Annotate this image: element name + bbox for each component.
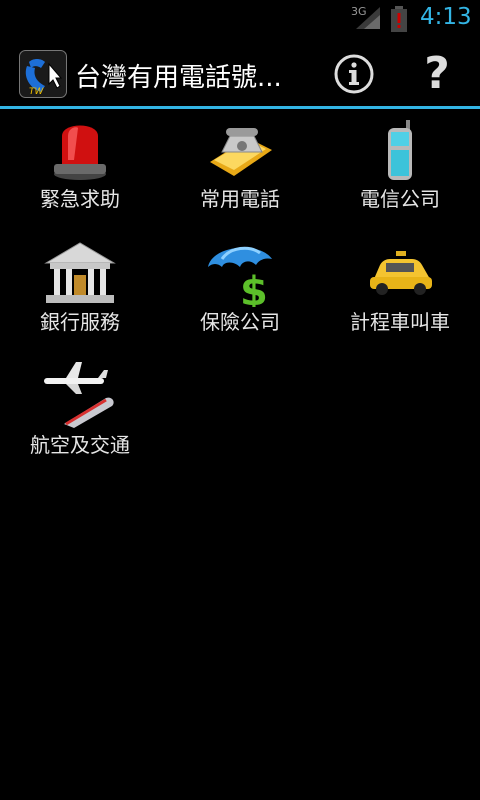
siren-icon xyxy=(54,125,106,180)
signal-icon xyxy=(356,7,380,29)
help-button[interactable]: ? xyxy=(413,50,461,98)
menu-item-label: 計程車叫車 xyxy=(350,310,450,334)
umbrella-money-icon: $ xyxy=(208,246,272,307)
menu-item-label: 緊急求助 xyxy=(40,187,120,211)
battery-alert-icon xyxy=(391,6,407,32)
menu-item-label: 保險公司 xyxy=(200,310,280,334)
menu-item-insurance[interactable]: $ 保險公司 xyxy=(160,233,320,353)
info-icon[interactable] xyxy=(332,52,376,96)
taxi-icon xyxy=(370,251,432,295)
telephone-icon xyxy=(210,128,272,176)
app-logo-text: TW xyxy=(29,87,44,97)
app-logo-icon[interactable]: TW xyxy=(19,50,67,98)
bank-icon xyxy=(44,242,116,303)
clock: 4:13 xyxy=(420,4,472,30)
action-bar-divider xyxy=(0,106,480,109)
menu-item-bank[interactable]: 銀行服務 xyxy=(0,233,160,353)
action-bar: TW 台灣有用電話號... ? xyxy=(0,38,480,106)
mobile-phone-icon xyxy=(388,120,412,180)
menu-item-common-phones[interactable]: 常用電話 xyxy=(160,110,320,230)
menu-item-emergency[interactable]: 緊急求助 xyxy=(0,110,160,230)
app-title: 台灣有用電話號... xyxy=(75,63,282,93)
menu-item-label: 銀行服務 xyxy=(40,310,120,334)
menu-item-taxi[interactable]: 計程車叫車 xyxy=(320,233,480,353)
svg-text:$: $ xyxy=(240,269,268,307)
help-icon: ? xyxy=(424,48,450,99)
menu-item-transport[interactable]: 航空及交通 xyxy=(0,356,160,476)
menu-item-telecom[interactable]: 電信公司 xyxy=(320,110,480,230)
menu-item-label: 航空及交通 xyxy=(30,433,130,457)
menu-item-label: 常用電話 xyxy=(200,187,280,211)
status-bar: 3G 4:13 xyxy=(0,0,480,38)
plane-train-icon xyxy=(44,362,114,428)
menu-item-label: 電信公司 xyxy=(360,187,440,211)
